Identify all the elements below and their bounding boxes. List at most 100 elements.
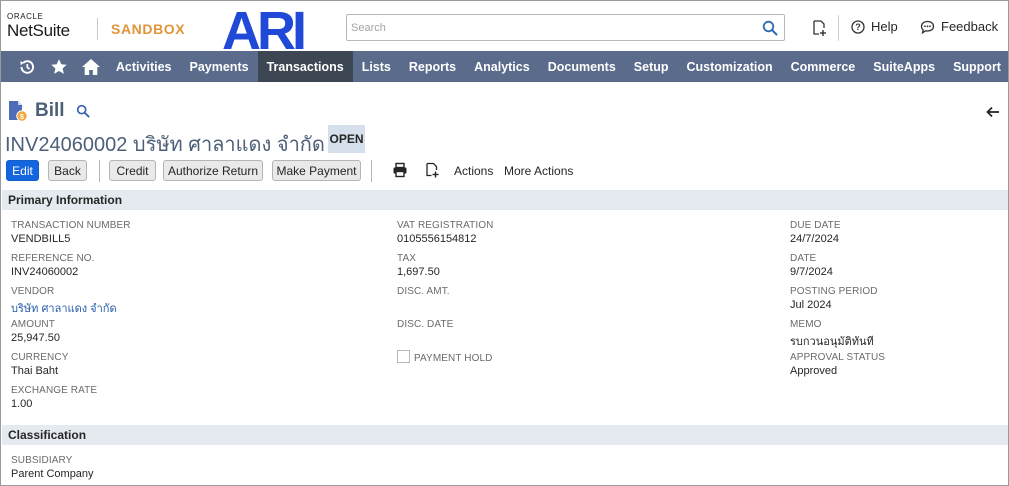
nav-customization[interactable]: Customization (678, 51, 782, 82)
action-toolbar: Edit Back Credit Authorize Return Make P… (5, 160, 1005, 182)
nav-commerce[interactable]: Commerce (782, 51, 865, 82)
classification-header[interactable]: Classification (2, 425, 1008, 445)
product-name: NetSuite (7, 21, 70, 40)
help-label: Help (871, 19, 898, 34)
chat-bubble-icon (920, 20, 935, 34)
vendor-field: VENDOR บริษัท ศาลาแดง จำกัด (11, 286, 117, 317)
nav-support[interactable]: Support (944, 51, 1008, 82)
field-label: EXCHANGE RATE (11, 385, 98, 396)
status-badge: OPEN (328, 125, 365, 153)
vat-registration-field: VAT REGISTRATION 0105556154812 (397, 220, 493, 245)
help-button[interactable]: ? Help (851, 19, 898, 34)
feedback-label: Feedback (941, 19, 999, 34)
field-value: 1,697.50 (397, 266, 440, 278)
header-separator (838, 15, 839, 41)
nav-setup[interactable]: Setup (625, 51, 678, 82)
actions-menu[interactable]: Actions (454, 164, 493, 178)
payment-hold-checkbox[interactable] (397, 349, 410, 363)
nav-analytics[interactable]: Analytics (465, 51, 539, 82)
transaction-number-field: TRANSACTION NUMBER VENDBILL5 (11, 220, 131, 245)
field-label: TAX (397, 253, 417, 264)
date-field: DATE 9/7/2024 (790, 253, 833, 278)
nav-payments[interactable]: Payments (181, 51, 258, 82)
svg-text:$: $ (20, 114, 24, 121)
star-icon[interactable] (43, 51, 75, 82)
svg-text:ARI: ARI (222, 5, 304, 51)
oracle-text: ORACLE (7, 12, 44, 21)
field-value: 24/7/2024 (790, 233, 839, 245)
field-value: 9/7/2024 (790, 266, 833, 278)
field-label: POSTING PERIOD (790, 286, 878, 297)
authorize-return-button[interactable]: Authorize Return (163, 160, 263, 181)
company-logo: ARI (222, 5, 308, 51)
app-window: ORACLE NetSuite SANDBOX ARI ? (0, 0, 1009, 486)
field-label: PAYMENT HOLD (414, 353, 493, 364)
amount-field: AMOUNT 25,947.50 (11, 319, 60, 344)
nav-activities[interactable]: Activities (107, 51, 181, 82)
tax-field: TAX 1,697.50 (397, 253, 440, 278)
edit-button[interactable]: Edit (6, 160, 39, 181)
field-label: REFERENCE NO. (11, 253, 95, 264)
nav-suiteapps[interactable]: SuiteApps (864, 51, 944, 82)
search-input[interactable] (347, 15, 747, 40)
field-value: 1.00 (11, 398, 33, 410)
field-value: INV24060002 (11, 266, 79, 278)
nav-transactions[interactable]: Transactions (257, 51, 353, 82)
field-label: DISC. DATE (397, 319, 454, 330)
svg-text:?: ? (855, 22, 861, 32)
primary-information-header[interactable]: Primary Information (2, 190, 1008, 210)
credit-button[interactable]: Credit (109, 160, 156, 181)
record-type-title: Bill (35, 100, 65, 121)
global-search[interactable] (346, 14, 785, 41)
approval-status-field: APPROVAL STATUS Approved (790, 352, 885, 377)
help-icon: ? (851, 19, 865, 34)
field-label: CURRENCY (11, 352, 69, 363)
back-button[interactable]: Back (48, 160, 87, 181)
field-label: MEMO (790, 319, 822, 330)
search-icon[interactable] (76, 104, 90, 118)
recent-records-icon[interactable] (1, 51, 43, 82)
nav-documents[interactable]: Documents (539, 51, 625, 82)
disc-date-field: DISC. DATE (397, 319, 453, 332)
field-label: APPROVAL STATUS (790, 352, 886, 363)
nav-reports[interactable]: Reports (400, 51, 465, 82)
field-label: DUE DATE (790, 220, 841, 231)
payment-hold-field: PAYMENT HOLD (397, 348, 492, 364)
environment-label: SANDBOX (111, 21, 186, 37)
main-nav: Activities Payments Transactions Lists R… (1, 51, 1008, 82)
field-label: VAT REGISTRATION (397, 220, 494, 231)
exchange-rate-field: EXCHANGE RATE 1.00 (11, 385, 97, 410)
page-title-row: $ Bill (8, 100, 90, 122)
field-value: Parent Company (11, 468, 94, 480)
record-name: INV24060002 บริษัท ศาลาแดง จำกัด (5, 134, 325, 156)
create-new-icon[interactable] (810, 19, 828, 37)
field-value: VENDBILL5 (11, 233, 71, 245)
top-header: ORACLE NetSuite SANDBOX ARI ? (1, 1, 1008, 51)
field-value: Thai Baht (11, 365, 59, 377)
field-value: รบกวนอนุมัติทันที (790, 336, 874, 348)
print-icon[interactable] (392, 162, 408, 178)
vendor-link[interactable]: บริษัท ศาลาแดง จำกัด (11, 299, 117, 317)
field-value: Approved (790, 365, 838, 377)
reference-no-field: REFERENCE NO. INV24060002 (11, 253, 95, 278)
more-actions-menu[interactable]: More Actions (504, 164, 573, 178)
nav-lists[interactable]: Lists (353, 51, 400, 82)
field-label: AMOUNT (11, 319, 55, 330)
memo-field: MEMO รบกวนอนุมัติทันที (790, 319, 874, 350)
back-arrow-icon[interactable] (986, 106, 1000, 118)
toolbar-separator (99, 160, 100, 182)
bill-record-icon: $ (9, 101, 28, 122)
posting-period-field: POSTING PERIOD Jul 2024 (790, 286, 878, 311)
field-value: 25,947.50 (11, 332, 60, 344)
netsuite-logo[interactable]: ORACLE NetSuite (7, 12, 70, 40)
due-date-field: DUE DATE 24/7/2024 (790, 220, 841, 245)
field-label: TRANSACTION NUMBER (11, 220, 131, 231)
new-document-icon[interactable] (424, 162, 440, 178)
home-icon[interactable] (75, 51, 107, 82)
field-label: DATE (790, 253, 817, 264)
make-payment-button[interactable]: Make Payment (272, 160, 361, 181)
disc-amt-field: DISC. AMT. (397, 286, 450, 299)
field-value: Jul 2024 (790, 299, 832, 311)
feedback-button[interactable]: Feedback (920, 19, 998, 34)
search-icon[interactable] (762, 20, 778, 36)
